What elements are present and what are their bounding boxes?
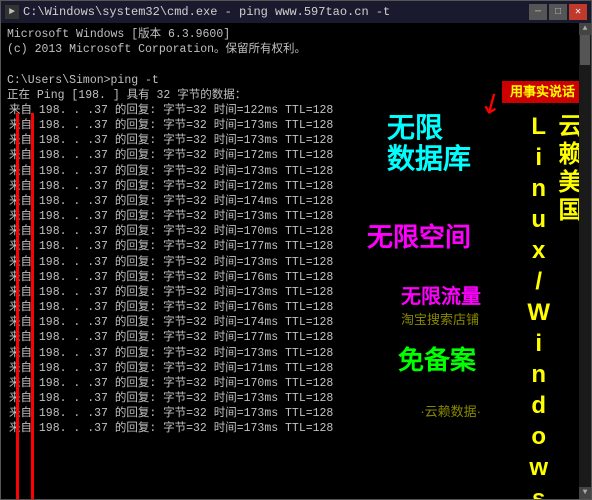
ping-row-16: 来自 198. . .37 的回复: 字节=32 时间=173ms TTL=12…: [7, 346, 585, 361]
title-bar-left: ► C:\Windows\system32\cmd.exe - ping www…: [5, 5, 390, 19]
ping-row-4: 来自 198. . .37 的回复: 字节=32 时间=173ms TTL=12…: [7, 164, 585, 179]
ping-row-text-7: 来自 198. . .37 的回复: 字节=32 时间=173ms TTL=12…: [7, 209, 333, 224]
ping-row-12: 来自 198. . .37 的回复: 字节=32 时间=173ms TTL=12…: [7, 285, 585, 300]
ping-row-20: 来自 198. . .37 的回复: 字节=32 时间=173ms TTL=12…: [7, 406, 585, 421]
scrollbar[interactable]: ▲ ▼: [579, 23, 591, 499]
cmd-icon-symbol: ►: [9, 7, 15, 18]
ping-row-18: 来自 198. . .37 的回复: 字节=32 时间=170ms TTL=12…: [7, 376, 585, 391]
ping-row-15: 来自 198. . .37 的回复: 字节=32 时间=177ms TTL=12…: [7, 330, 585, 345]
ping-row-text-18: 来自 198. . .37 的回复: 字节=32 时间=170ms TTL=12…: [7, 376, 333, 391]
ping-row-17: 来自 198. . .37 的回复: 字节=32 时间=171ms TTL=12…: [7, 361, 585, 376]
scroll-up-arrow[interactable]: ▲: [579, 23, 591, 35]
ping-row-21: 来自 198. . .37 的回复: 字节=32 时间=173ms TTL=12…: [7, 421, 585, 436]
ping-row-text-0: 来自 198. . .37 的回复: 字节=32 时间=122ms TTL=12…: [7, 103, 333, 118]
scroll-down-arrow[interactable]: ▼: [579, 487, 591, 499]
ping-row-5: 来自 198. . .37 的回复: 字节=32 时间=172ms TTL=12…: [7, 179, 585, 194]
maximize-button[interactable]: □: [549, 4, 567, 20]
ping-row-text-2: 来自 198. . .37 的回复: 字节=32 时间=173ms TTL=12…: [7, 133, 333, 148]
ping-row-14: 来自 198. . .37 的回复: 字节=32 时间=174ms TTL=12…: [7, 315, 585, 330]
ping-row-19: 来自 198. . .37 的回复: 字节=32 时间=173ms TTL=12…: [7, 391, 585, 406]
ping-row-text-17: 来自 198. . .37 的回复: 字节=32 时间=171ms TTL=12…: [7, 361, 333, 376]
ping-row-text-4: 来自 198. . .37 的回复: 字节=32 时间=173ms TTL=12…: [7, 164, 333, 179]
ping-row-text-10: 来自 198. . .37 的回复: 字节=32 时间=173ms TTL=12…: [7, 255, 333, 270]
red-line-right: [31, 113, 34, 499]
ping-row-10: 来自 198. . .37 的回复: 字节=32 时间=173ms TTL=12…: [7, 255, 585, 270]
scroll-track: [580, 35, 590, 487]
title-bar: ► C:\Windows\system32\cmd.exe - ping www…: [1, 1, 591, 23]
ping-row-text-1: 来自 198. . .37 的回复: 字节=32 时间=173ms TTL=12…: [7, 118, 333, 133]
ping-row-text-21: 来自 198. . .37 的回复: 字节=32 时间=173ms TTL=12…: [7, 421, 333, 436]
ping-row-text-9: 来自 198. . .37 的回复: 字节=32 时间=177ms TTL=12…: [7, 239, 333, 254]
ping-row-13: 来自 198. . .37 的回复: 字节=32 时间=176ms TTL=12…: [7, 300, 585, 315]
minimize-button[interactable]: ─: [529, 4, 547, 20]
ping-row-text-8: 来自 198. . .37 的回复: 字节=32 时间=170ms TTL=12…: [7, 224, 333, 239]
ping-row-1: 来自 198. . .37 的回复: 字节=32 时间=173ms TTL=12…: [7, 118, 585, 133]
ping-header: 正在 Ping [198. ] 具有 32 字节的数据：: [7, 88, 585, 103]
cmd-icon: ►: [5, 5, 19, 19]
ping-row-text-3: 来自 198. . .37 的回复: 字节=32 时间=172ms TTL=12…: [7, 148, 333, 163]
ping-row-8: 来自 198. . .37 的回复: 字节=32 时间=170ms TTL=12…: [7, 224, 585, 239]
ping-row-2: 来自 198. . .37 的回复: 字节=32 时间=173ms TTL=12…: [7, 133, 585, 148]
ping-row-0: 来自 198. . .37 的回复: 字节=32 时间=122ms TTL=12…: [7, 103, 585, 118]
ping-row-text-15: 来自 198. . .37 的回复: 字节=32 时间=177ms TTL=12…: [7, 330, 333, 345]
terminal-body: Microsoft Windows [版本 6.3.9600] (c) 2013…: [1, 23, 591, 499]
ping-row-11: 来自 198. . .37 的回复: 字节=32 时间=176ms TTL=12…: [7, 270, 585, 285]
ping-row-text-12: 来自 198. . .37 的回复: 字节=32 时间=173ms TTL=12…: [7, 285, 333, 300]
ping-row-text-5: 来自 198. . .37 的回复: 字节=32 时间=172ms TTL=12…: [7, 179, 333, 194]
ping-row-text-11: 来自 198. . .37 的回复: 字节=32 时间=176ms TTL=12…: [7, 270, 333, 285]
system-line-2: (c) 2013 Microsoft Corporation。保留所有权利。: [7, 42, 585, 57]
ping-row-text-13: 来自 198. . .37 的回复: 字节=32 时间=176ms TTL=12…: [7, 300, 333, 315]
close-button[interactable]: ✕: [569, 4, 587, 20]
ping-row-text-20: 来自 198. . .37 的回复: 字节=32 时间=173ms TTL=12…: [7, 406, 333, 421]
ping-row-text-16: 来自 198. . .37 的回复: 字节=32 时间=173ms TTL=12…: [7, 346, 333, 361]
command-line: C:\Users\Simon>ping -t: [7, 73, 585, 88]
ping-row-text-19: 来自 198. . .37 的回复: 字节=32 时间=173ms TTL=12…: [7, 391, 333, 406]
red-line-left: [16, 113, 19, 499]
cmd-window: ► C:\Windows\system32\cmd.exe - ping www…: [0, 0, 592, 500]
ping-row-7: 来自 198. . .37 的回复: 字节=32 时间=173ms TTL=12…: [7, 209, 585, 224]
ping-row-6: 来自 198. . .37 的回复: 字节=32 时间=174ms TTL=12…: [7, 194, 585, 209]
window-title: C:\Windows\system32\cmd.exe - ping www.5…: [23, 5, 390, 19]
ping-row-text-6: 来自 198. . .37 的回复: 字节=32 时间=174ms TTL=12…: [7, 194, 333, 209]
ping-row-text-14: 来自 198. . .37 的回复: 字节=32 时间=174ms TTL=12…: [7, 315, 333, 330]
system-line-1: Microsoft Windows [版本 6.3.9600]: [7, 27, 585, 42]
blank-line: [7, 57, 585, 72]
ping-row-9: 来自 198. . .37 的回复: 字节=32 时间=177ms TTL=12…: [7, 239, 585, 254]
scroll-thumb[interactable]: [580, 35, 590, 65]
window-controls: ─ □ ✕: [529, 4, 587, 20]
ping-row-3: 来自 198. . .37 的回复: 字节=32 时间=172ms TTL=12…: [7, 148, 585, 163]
